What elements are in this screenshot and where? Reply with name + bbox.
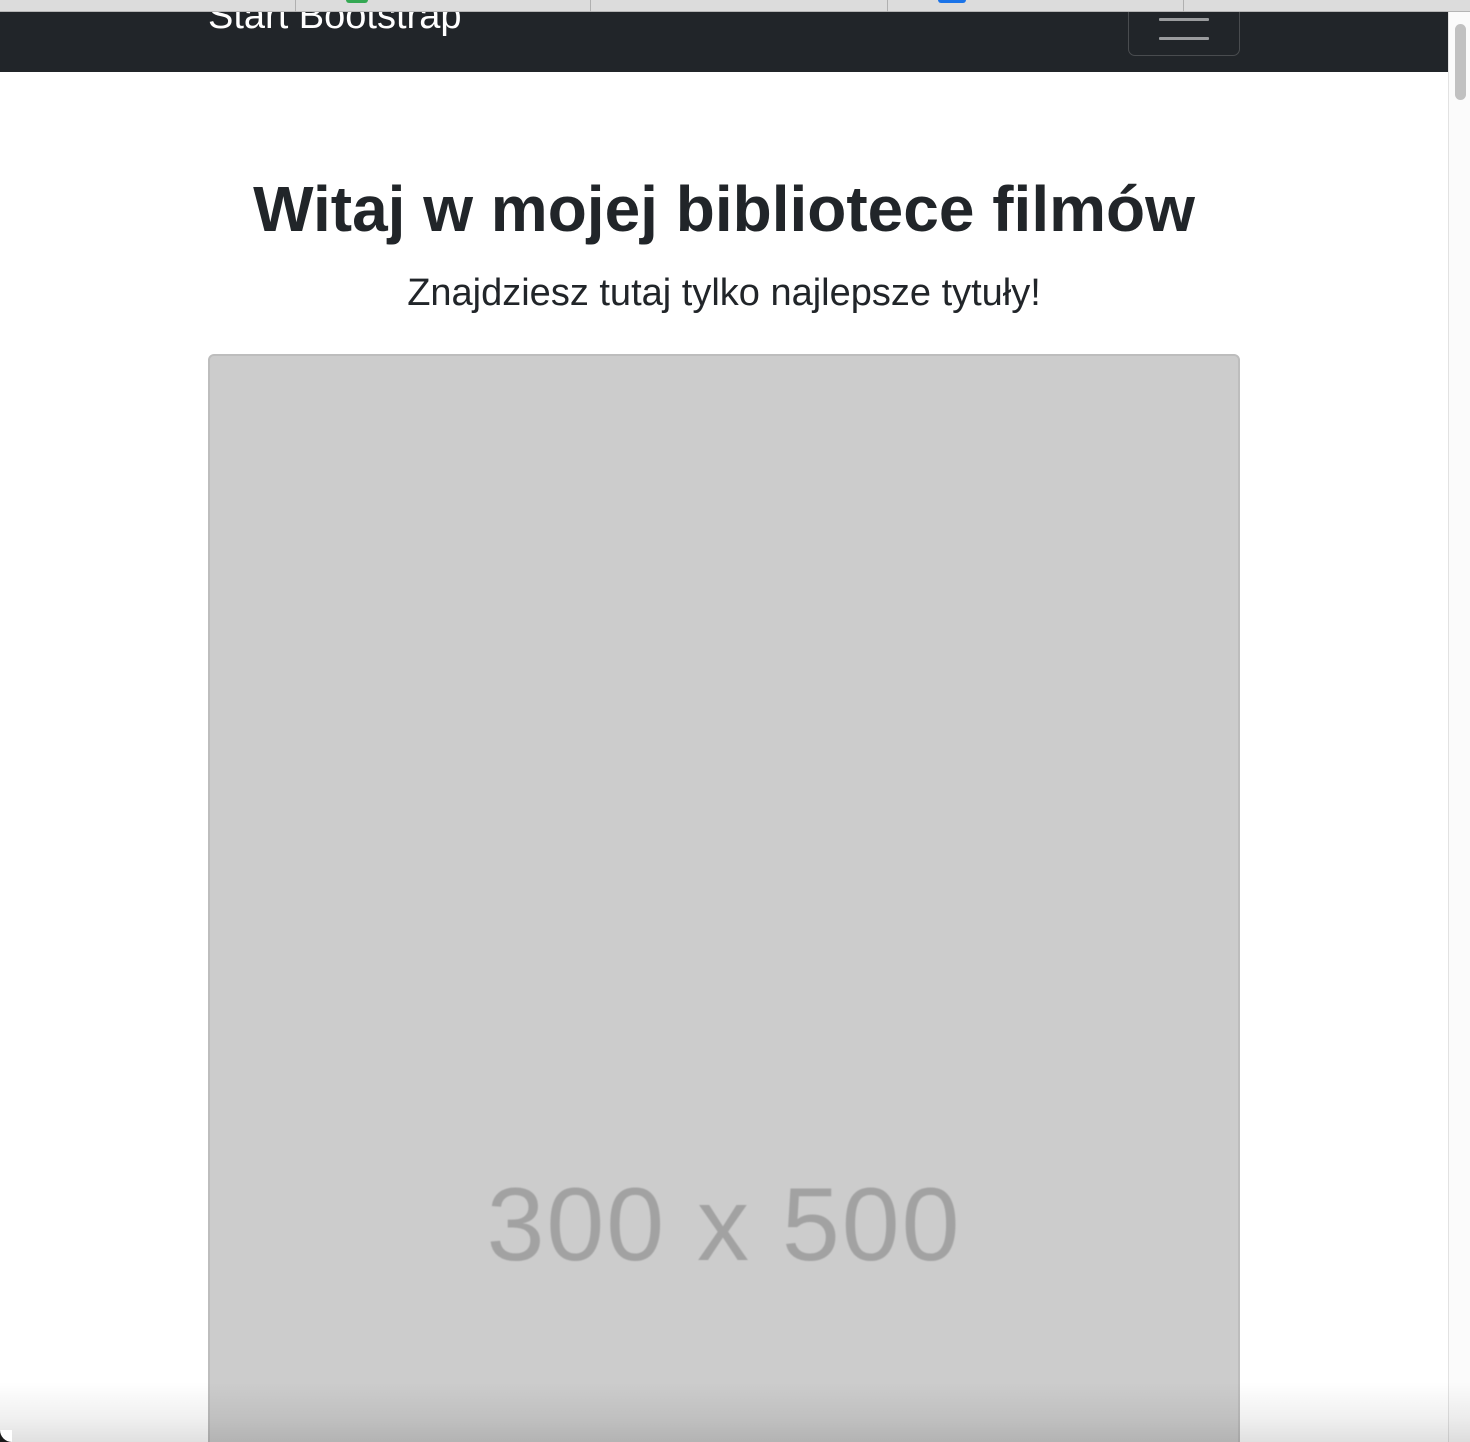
browser-screen: Start Bootstrap Witaj w mojej bibliotece…: [0, 0, 1470, 1442]
tab-favicon-icon: [938, 0, 966, 3]
tab-separator: [590, 0, 591, 12]
tab-separator: [295, 0, 296, 12]
placeholder-image: 300 x 500: [208, 354, 1240, 1442]
browser-tab-strip: [0, 0, 1470, 12]
scrollbar-thumb[interactable]: [1455, 24, 1466, 100]
tab-separator: [887, 0, 888, 12]
navbar-brand-link[interactable]: Start Bootstrap: [208, 12, 461, 40]
navbar: Start Bootstrap: [0, 12, 1448, 72]
vertical-scrollbar[interactable]: [1448, 12, 1470, 1442]
placeholder-image-label: 300 x 500: [486, 1167, 962, 1283]
page-viewport: Start Bootstrap Witaj w mojej bibliotece…: [0, 12, 1448, 1442]
tab-separator: [1183, 0, 1184, 12]
navbar-toggler-button[interactable]: [1128, 12, 1240, 56]
page-lead-text: Znajdziesz tutaj tylko najlepsze tytuły!: [407, 272, 1041, 314]
tab-favicon-icon: [346, 0, 368, 3]
page-title: Witaj w mojej bibliotece filmów: [253, 173, 1195, 245]
